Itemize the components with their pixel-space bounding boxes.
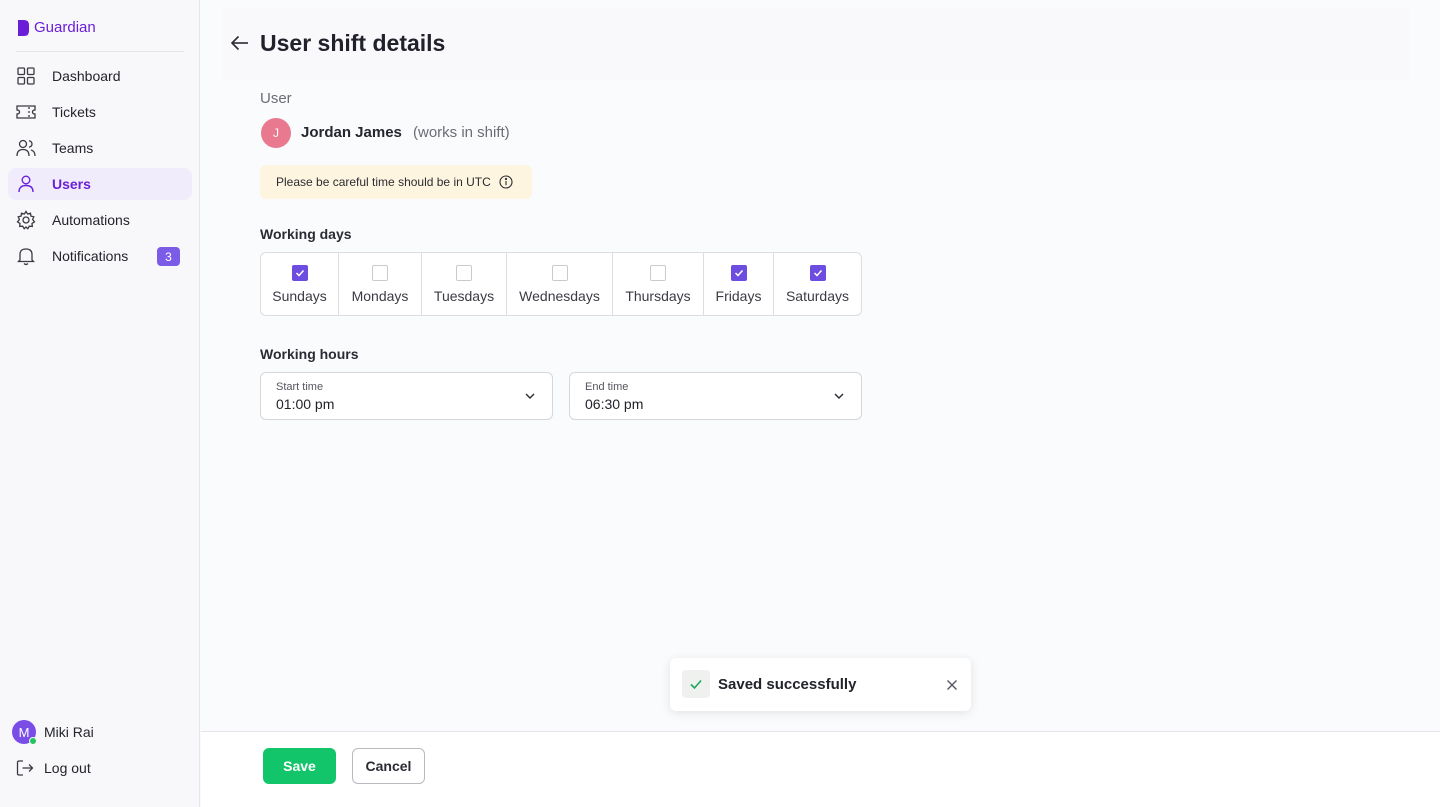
check-icon xyxy=(682,670,710,698)
avatar: M xyxy=(12,720,37,745)
chevron-down-icon xyxy=(525,393,535,399)
sidebar-item-tickets[interactable]: Tickets xyxy=(8,96,192,128)
sidebar-divider xyxy=(16,51,184,52)
day-checkbox[interactable] xyxy=(809,265,826,281)
day-label: Tuesdays xyxy=(433,288,495,304)
sidebar: Guardian Dashboard Tickets Teams Users A… xyxy=(0,0,200,807)
day-label: Sundays xyxy=(272,288,327,304)
day-option-thursdays[interactable]: Thursdays xyxy=(613,253,704,315)
day-label: Saturdays xyxy=(785,288,850,304)
sidebar-item-notifications[interactable]: Notifications 3 xyxy=(8,240,192,272)
sidebar-item-dashboard[interactable]: Dashboard xyxy=(8,60,192,92)
brand[interactable]: Guardian xyxy=(18,19,96,36)
ticket-icon xyxy=(16,102,36,122)
day-label: Thursdays xyxy=(625,288,691,304)
bell-icon xyxy=(16,246,36,266)
check-icon xyxy=(295,269,304,277)
day-option-saturdays[interactable]: Saturdays xyxy=(774,253,861,315)
day-option-fridays[interactable]: Fridays xyxy=(704,253,774,315)
sidebar-item-teams[interactable]: Teams xyxy=(8,132,192,164)
sidebar-item-label: Teams xyxy=(52,140,94,156)
sidebar-item-users[interactable]: Users xyxy=(8,168,192,200)
working-days-group: Sundays Mondays Tuesdays Wednesdays Thur… xyxy=(260,252,862,316)
day-checkbox[interactable] xyxy=(551,265,568,281)
sidebar-item-label: Tickets xyxy=(52,104,96,120)
sidebar-item-automations[interactable]: Automations xyxy=(8,204,192,236)
utc-warning-banner: Please be careful time should be in UTC xyxy=(260,165,532,199)
start-time-caption: Start time xyxy=(276,381,324,393)
day-checkbox[interactable] xyxy=(372,265,388,281)
current-user-name: Miki Rai xyxy=(44,724,94,740)
brand-name: Guardian xyxy=(34,19,96,36)
back-arrow-icon[interactable] xyxy=(230,33,250,53)
page-title: User shift details xyxy=(260,30,446,56)
end-time-caption: End time xyxy=(585,381,629,393)
toast-message: Saved successfully xyxy=(718,676,857,693)
day-checkbox[interactable] xyxy=(456,265,472,281)
day-label: Mondays xyxy=(351,288,409,304)
user-name: Jordan James xyxy=(301,124,402,141)
main-content: User shift details User J Jordan James (… xyxy=(201,0,1440,807)
day-option-sundays[interactable]: Sundays xyxy=(261,253,339,315)
day-checkbox[interactable] xyxy=(291,265,308,281)
info-icon[interactable] xyxy=(499,175,513,189)
guardian-logo-icon xyxy=(18,19,29,36)
logout-button[interactable]: Log out xyxy=(16,759,91,777)
online-status-dot xyxy=(29,737,37,745)
team-icon xyxy=(16,138,36,158)
save-button[interactable]: Save xyxy=(263,748,336,784)
sidebar-item-label: Automations xyxy=(52,212,130,228)
sidebar-item-label: Dashboard xyxy=(52,68,121,84)
day-label: Fridays xyxy=(715,288,762,304)
logout-icon xyxy=(16,760,34,776)
notification-count-badge: 3 xyxy=(157,247,180,266)
user-shift-note: (works in shift) xyxy=(413,124,510,141)
gear-icon xyxy=(16,210,36,230)
check-icon xyxy=(813,269,822,277)
avatar-initial: M xyxy=(18,724,30,740)
end-time-select[interactable]: End time 06:30 pm xyxy=(569,372,862,420)
current-user[interactable]: M Miki Rai xyxy=(12,720,94,745)
sidebar-item-label: Notifications xyxy=(52,248,129,264)
day-checkbox[interactable] xyxy=(730,265,747,281)
day-option-tuesdays[interactable]: Tuesdays xyxy=(422,253,507,315)
chevron-down-icon xyxy=(834,393,844,399)
close-icon[interactable] xyxy=(945,678,959,692)
user-section-label: User xyxy=(260,90,292,107)
sidebar-item-label: Users xyxy=(52,176,91,192)
start-time-select[interactable]: Start time 01:00 pm xyxy=(260,372,553,420)
end-time-value: 06:30 pm xyxy=(585,396,644,412)
working-days-label: Working days xyxy=(260,226,352,242)
day-label: Wednesdays xyxy=(519,288,600,304)
success-toast: Saved successfully xyxy=(670,658,971,711)
working-hours-label: Working hours xyxy=(260,346,359,362)
user-avatar-initial: J xyxy=(273,126,279,140)
logout-label: Log out xyxy=(44,760,91,776)
user-avatar: J xyxy=(261,118,291,148)
user-icon xyxy=(16,174,36,194)
day-checkbox[interactable] xyxy=(650,265,666,281)
warning-text: Please be careful time should be in UTC xyxy=(276,175,491,189)
day-option-mondays[interactable]: Mondays xyxy=(339,253,422,315)
cancel-button[interactable]: Cancel xyxy=(352,748,425,784)
day-option-wednesdays[interactable]: Wednesdays xyxy=(507,253,613,315)
start-time-value: 01:00 pm xyxy=(276,396,335,412)
form-footer: Save Cancel xyxy=(201,731,1440,807)
check-icon xyxy=(734,269,743,277)
grid-icon xyxy=(16,66,36,86)
sidebar-nav: Dashboard Tickets Teams Users Automation… xyxy=(8,60,192,276)
